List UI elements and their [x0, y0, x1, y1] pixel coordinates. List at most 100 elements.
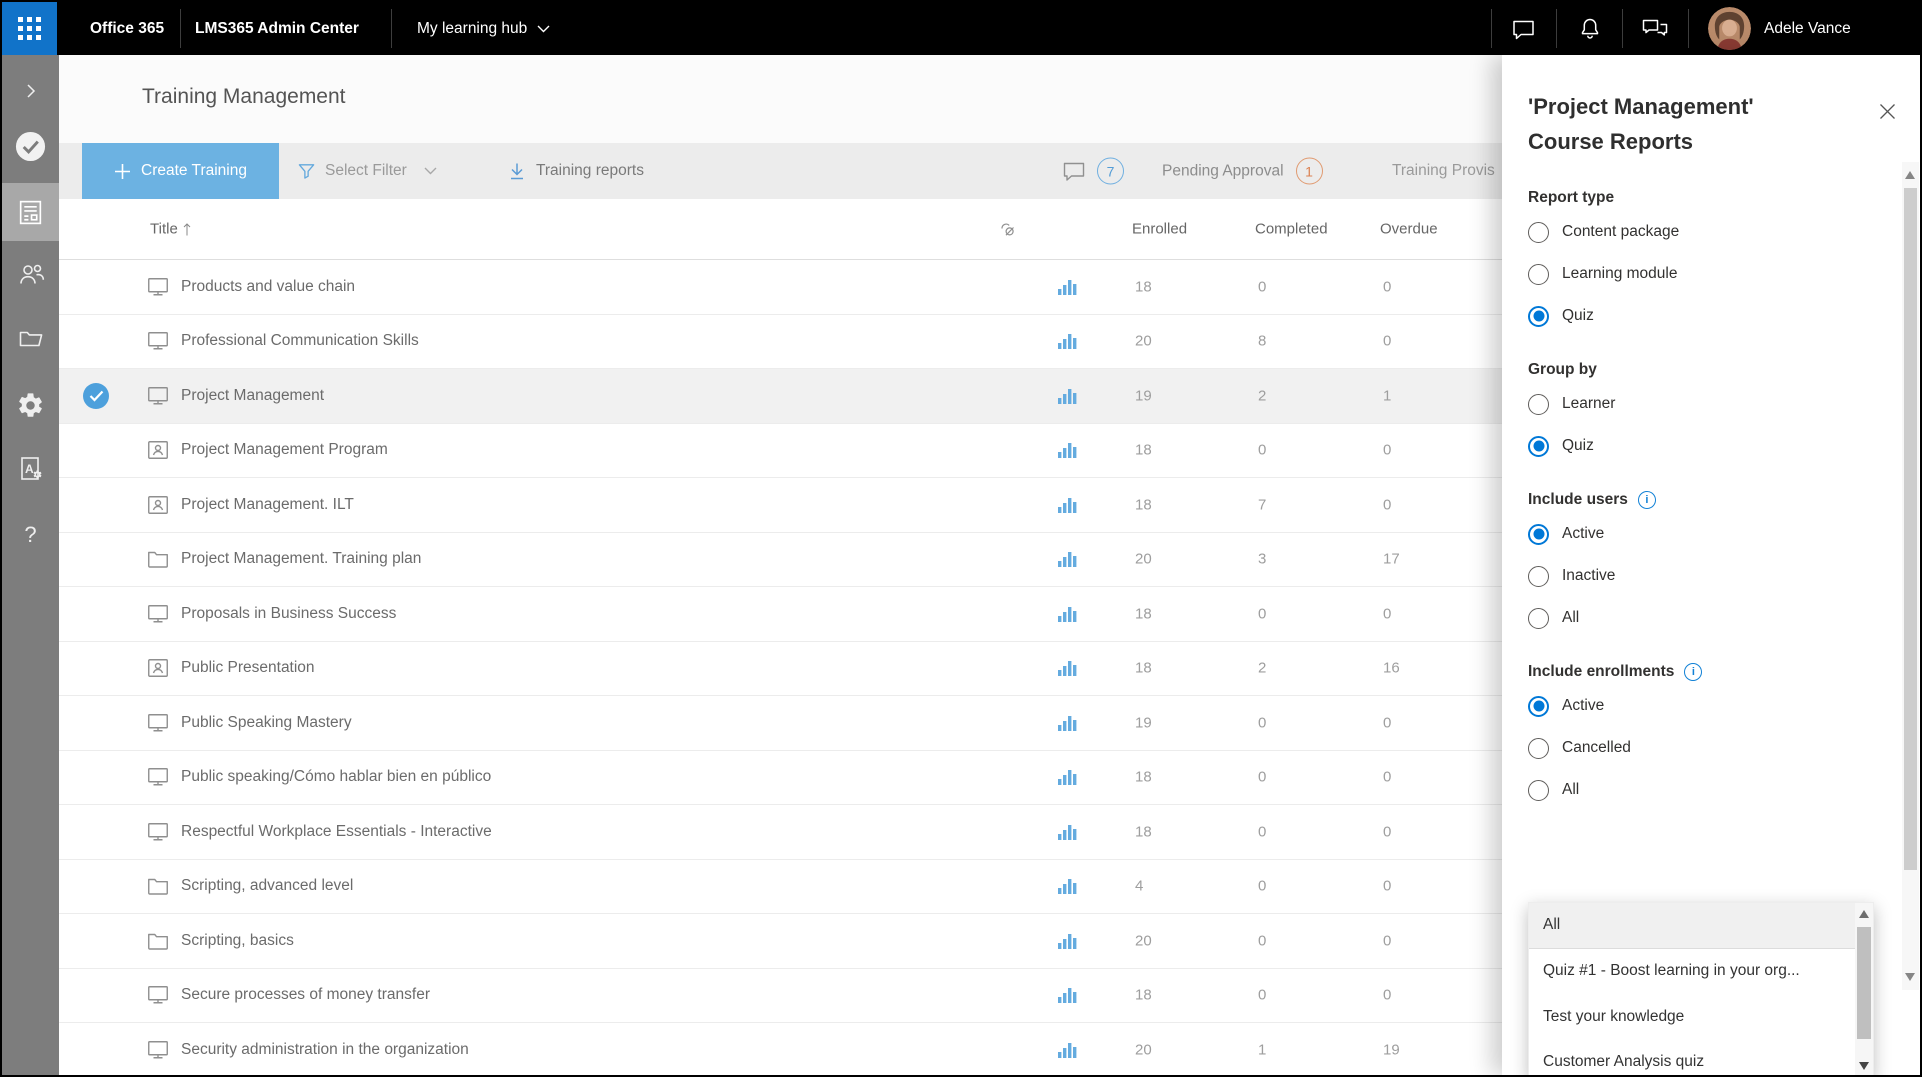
office365-link[interactable]: Office 365 [90, 2, 164, 55]
training-title[interactable]: Scripting, advanced level [181, 877, 353, 895]
training-title[interactable]: Proposals in Business Success [181, 605, 396, 623]
admin-center-title[interactable]: LMS365 Admin Center [195, 2, 359, 55]
sidebar-item-app-configuration[interactable]: A [2, 443, 59, 495]
table-row[interactable]: Security administration in the organizat… [59, 1023, 1502, 1077]
radio-option[interactable]: Learner [1528, 383, 1858, 425]
sidebar-item-users[interactable] [2, 248, 59, 300]
table-row[interactable]: Public Speaking Mastery 19 0 0 [59, 696, 1502, 751]
panel-scrollbar[interactable] [1902, 162, 1919, 990]
info-icon[interactable]: i [1638, 491, 1656, 509]
column-header-overdue[interactable]: Overdue [1380, 221, 1438, 238]
table-row[interactable]: Project Management. Training plan 20 3 1… [59, 533, 1502, 588]
scrollbar-thumb[interactable] [1857, 927, 1871, 1039]
table-row[interactable]: Scripting, basics 20 0 0 [59, 914, 1502, 969]
create-training-button[interactable]: Create Training [82, 143, 279, 199]
column-header-completed[interactable]: Completed [1255, 221, 1328, 238]
training-title[interactable]: Project Management. ILT [181, 496, 354, 514]
radio-option[interactable]: Content package [1528, 211, 1858, 253]
report-chart-icon[interactable] [1057, 714, 1079, 732]
scope-option[interactable]: All [1529, 903, 1855, 949]
column-header-link[interactable] [997, 219, 1017, 239]
report-chart-icon[interactable] [1057, 441, 1079, 459]
user-name[interactable]: Adele Vance [1764, 2, 1851, 55]
pending-approval-button[interactable]: Pending Approval 1 [1162, 158, 1323, 185]
report-chart-icon[interactable] [1057, 659, 1079, 677]
report-chart-icon[interactable] [1057, 877, 1079, 895]
table-row[interactable]: Proposals in Business Success 18 0 0 [59, 587, 1502, 642]
table-row[interactable]: Products and value chain 18 0 0 [59, 260, 1502, 315]
scrollbar-thumb[interactable] [1904, 188, 1917, 870]
training-title[interactable]: Secure processes of money transfer [181, 986, 430, 1004]
training-reports-button[interactable]: Training reports [507, 161, 644, 181]
table-row[interactable]: Public Presentation 18 2 16 [59, 642, 1502, 697]
radio-option[interactable]: Quiz [1528, 425, 1858, 467]
radio-option[interactable]: Active [1528, 513, 1858, 555]
training-title[interactable]: Public Speaking Mastery [181, 714, 352, 732]
sidebar-item-course-catalog[interactable] [2, 313, 59, 365]
report-chart-icon[interactable] [1057, 550, 1079, 568]
training-title[interactable]: Respectful Workplace Essentials - Intera… [181, 823, 492, 841]
radio-option[interactable]: All [1528, 597, 1858, 639]
report-chart-icon[interactable] [1057, 278, 1079, 296]
sidebar-item-lms365-home[interactable] [2, 120, 59, 172]
training-provision-tab[interactable]: Training Provis [1392, 162, 1495, 180]
radio-option[interactable]: Learning module [1528, 253, 1858, 295]
notifications-button[interactable] [1578, 2, 1602, 55]
scroll-up-arrow[interactable] [1905, 171, 1915, 179]
scroll-down-arrow[interactable] [1905, 973, 1915, 981]
sidebar-item-help[interactable]: ? [2, 509, 59, 561]
close-button[interactable] [1879, 103, 1896, 120]
scope-option[interactable]: Test your knowledge [1529, 994, 1855, 1040]
my-learning-hub-dropdown[interactable]: My learning hub [417, 2, 550, 55]
training-title[interactable]: Professional Communication Skills [181, 332, 419, 350]
training-title[interactable]: Public speaking/Cómo hablar bien en públ… [181, 768, 491, 786]
table-row[interactable]: Scripting, advanced level 4 0 0 [59, 860, 1502, 915]
app-launcher-button[interactable] [2, 2, 57, 55]
report-chart-icon[interactable] [1057, 1041, 1079, 1059]
radio-option[interactable]: Active [1528, 685, 1858, 727]
select-filter-button[interactable]: Select Filter [297, 162, 437, 180]
info-icon[interactable]: i [1684, 663, 1702, 681]
sidebar-expand-button[interactable] [2, 65, 59, 117]
report-chart-icon[interactable] [1057, 496, 1079, 514]
report-chart-icon[interactable] [1057, 986, 1079, 1004]
table-row[interactable]: Professional Communication Skills 20 8 0 [59, 315, 1502, 370]
sidebar-item-settings[interactable] [2, 379, 59, 431]
report-chart-icon[interactable] [1057, 823, 1079, 841]
report-chart-icon[interactable] [1057, 605, 1079, 623]
chat-button[interactable] [1510, 2, 1537, 55]
training-title[interactable]: Products and value chain [181, 278, 355, 296]
table-row[interactable]: Project Management. ILT 18 7 0 [59, 478, 1502, 533]
report-chart-icon[interactable] [1057, 932, 1079, 950]
report-chart-icon[interactable] [1057, 332, 1079, 350]
scroll-up-arrow[interactable] [1859, 910, 1869, 918]
table-row[interactable]: Public speaking/Cómo hablar bien en públ… [59, 751, 1502, 806]
avatar[interactable] [1708, 7, 1751, 50]
radio-option-label: All [1562, 609, 1579, 627]
training-title[interactable]: Scripting, basics [181, 932, 294, 950]
radio-option[interactable]: All [1528, 769, 1858, 811]
column-header-title[interactable]: Title [150, 221, 192, 238]
training-title[interactable]: Project Management [181, 387, 324, 405]
training-title[interactable]: Public Presentation [181, 659, 315, 677]
table-row[interactable]: Secure processes of money transfer 18 0 … [59, 969, 1502, 1024]
column-header-enrolled[interactable]: Enrolled [1132, 221, 1187, 238]
table-row[interactable]: Project Management Program 18 0 0 [59, 424, 1502, 479]
training-title[interactable]: Security administration in the organizat… [181, 1041, 469, 1059]
report-chart-icon[interactable] [1057, 768, 1079, 786]
table-row[interactable]: Project Management 19 2 1 [59, 369, 1502, 424]
scope-option[interactable]: Quiz #1 - Boost learning in your org... [1529, 949, 1855, 995]
radio-option[interactable]: Inactive [1528, 555, 1858, 597]
radio-option[interactable]: Cancelled [1528, 727, 1858, 769]
sidebar-item-training-management[interactable] [2, 183, 59, 241]
comments-button[interactable]: 7 [1062, 158, 1124, 185]
radio-option[interactable]: Quiz [1528, 295, 1858, 337]
report-chart-icon[interactable] [1057, 387, 1079, 405]
training-title[interactable]: Project Management. Training plan [181, 550, 421, 568]
table-row[interactable]: Respectful Workplace Essentials - Intera… [59, 805, 1502, 860]
scope-option[interactable]: Customer Analysis quiz [1529, 1040, 1855, 1077]
feedback-button[interactable] [1640, 2, 1670, 55]
scroll-down-arrow[interactable] [1859, 1062, 1869, 1070]
dropdown-scrollbar[interactable] [1855, 903, 1873, 1077]
training-title[interactable]: Project Management Program [181, 441, 388, 459]
